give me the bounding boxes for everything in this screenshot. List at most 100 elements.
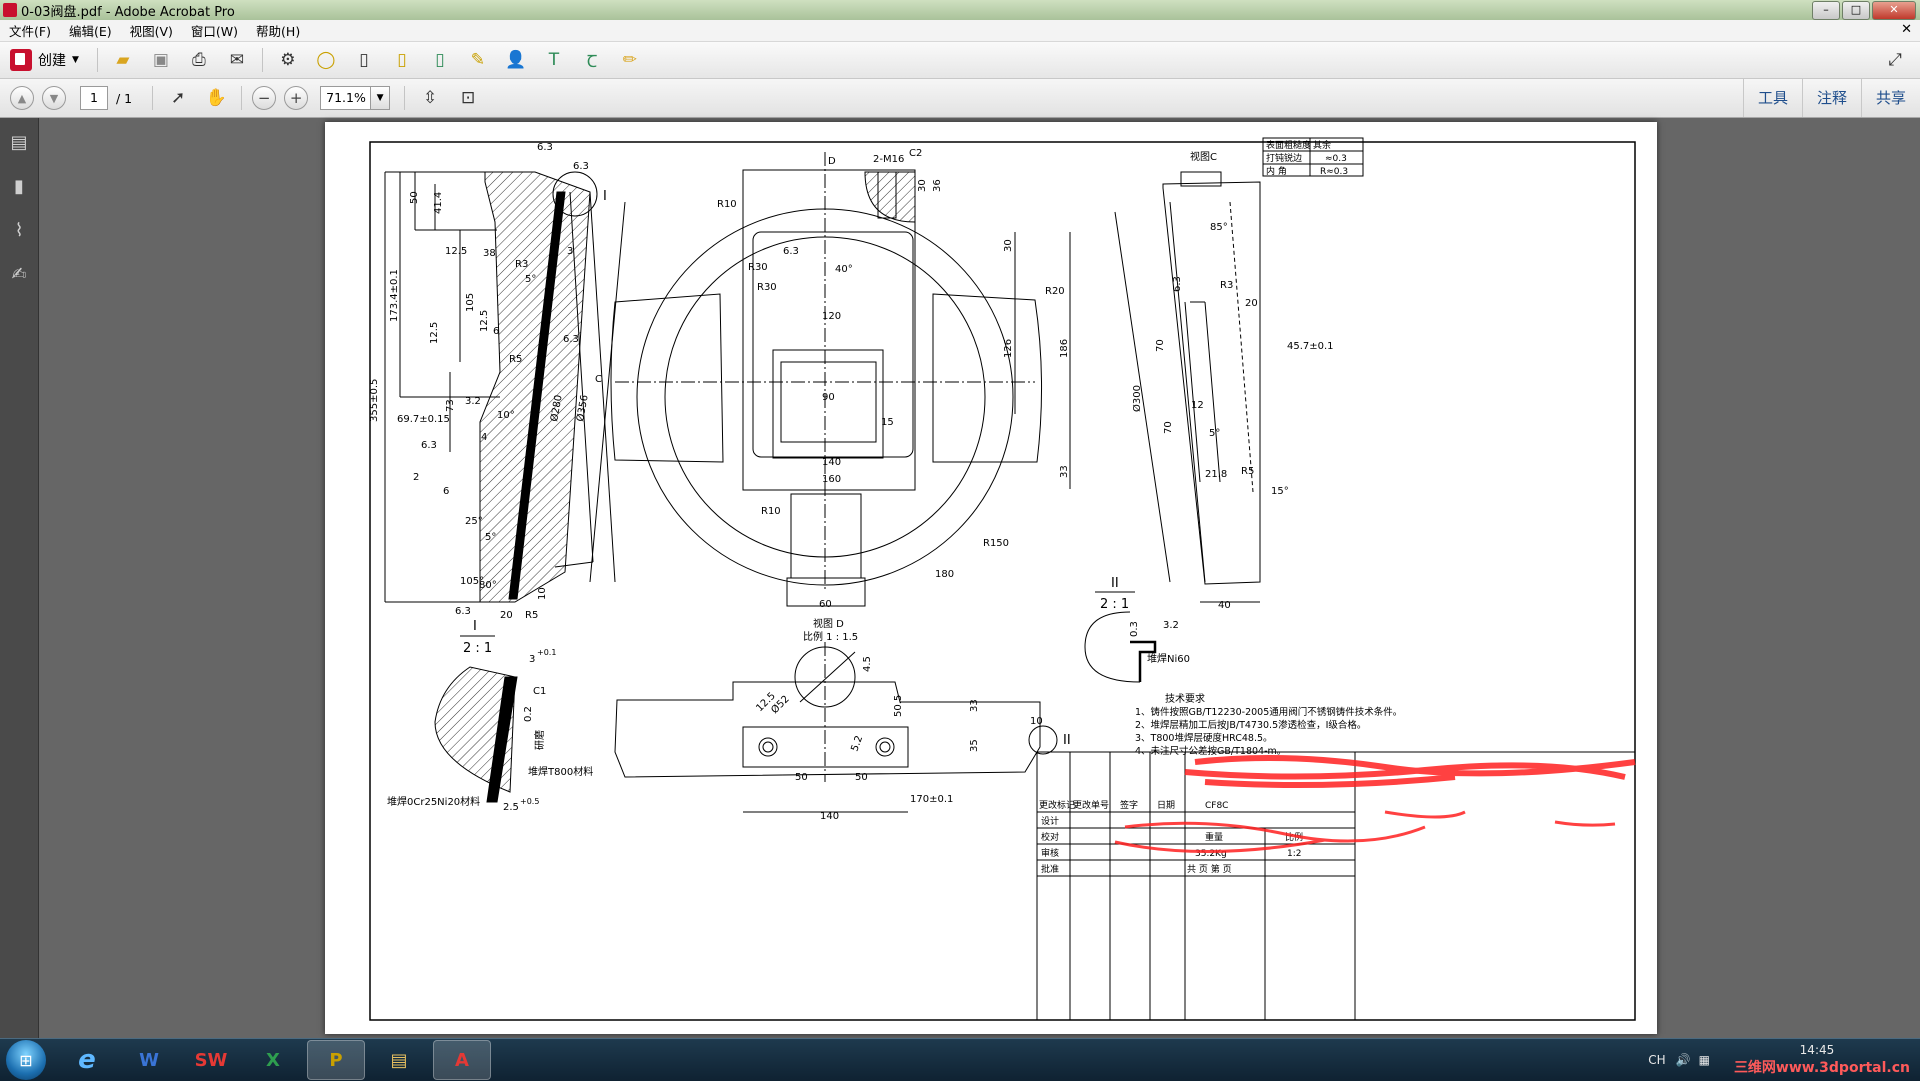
dim-label: 50: [855, 772, 868, 783]
dim-label: 38: [483, 248, 496, 259]
start-button[interactable]: ⊞: [6, 1040, 46, 1080]
document-area[interactable]: 6.3 6.3 I 50 41.4 173.4±0.1 12.5 38 3 10…: [39, 118, 1920, 1038]
technical-requirements: 技术要求 1、铸件按照GB/T12230-2005通用阀门不锈钢铸件技术条件。 …: [1135, 692, 1402, 757]
menu-edit[interactable]: 编辑(E): [60, 21, 121, 40]
dim-label: 50.5: [893, 695, 904, 717]
taskbar-excel-icon[interactable]: X: [245, 1041, 301, 1079]
taskbar-acrobat-icon[interactable]: A: [433, 1040, 491, 1080]
dim-label: 20: [500, 610, 513, 621]
table-cell: 打钝锐边: [1266, 152, 1302, 164]
select-arrow-icon[interactable]: ➚: [163, 84, 193, 112]
volume-icon[interactable]: 🔊: [1676, 1053, 1691, 1067]
dim-label: 2: [413, 472, 419, 483]
system-tray: CH 🔊 ▦ 14:45 三维网www.3dportal.cn: [1648, 1039, 1910, 1081]
toolbar-separator: [152, 86, 154, 110]
tab-comment[interactable]: 注释: [1801, 79, 1861, 117]
dim-label: C2: [909, 148, 922, 159]
document-icon[interactable]: ▯: [349, 46, 379, 74]
taskbar: ⊞ e W SW X P ▤ A CH 🔊 ▦ 14:45 三维网www.3dp…: [0, 1038, 1920, 1081]
comment-bubble-icon[interactable]: ◯: [311, 46, 341, 74]
front-view: D C 2-M16 C2 30 36 R10 6.3 R30 R30 40° 1…: [595, 148, 1071, 610]
open-folder-icon[interactable]: ▰: [108, 46, 138, 74]
network-icon[interactable]: ▦: [1699, 1053, 1710, 1067]
export-document-icon[interactable]: ▯: [387, 46, 417, 74]
zoom-out-icon[interactable]: −: [252, 86, 277, 110]
menu-window[interactable]: 窗口(W): [182, 21, 247, 40]
title-cell: 设计: [1041, 815, 1059, 827]
menu-view[interactable]: 视图(V): [121, 21, 182, 40]
taskbar-folder-icon[interactable]: ▤: [371, 1041, 427, 1079]
create-button[interactable]: 创建 ▼: [10, 49, 79, 71]
maximize-button[interactable]: □: [1842, 1, 1870, 20]
dim-label: 140: [822, 457, 841, 468]
zoom-dropdown-icon[interactable]: ▼: [371, 86, 391, 110]
email-icon[interactable]: ✉: [222, 46, 252, 74]
hand-tool-icon[interactable]: ✋: [201, 84, 231, 112]
dim-label: 70: [1155, 339, 1166, 352]
next-page-icon[interactable]: ▼: [42, 86, 66, 110]
language-indicator[interactable]: CH: [1648, 1053, 1665, 1067]
print-icon[interactable]: ⎙: [184, 46, 214, 74]
zoom-level-input[interactable]: 71.1%: [320, 86, 372, 110]
dim-label: 4: [481, 432, 487, 443]
pencil-icon[interactable]: ✏: [615, 46, 645, 74]
tab-share[interactable]: 共享: [1860, 79, 1920, 117]
clock[interactable]: 14:45 三维网www.3dportal.cn: [1724, 1043, 1910, 1077]
sheet-count: 共 页 第 页: [1187, 863, 1232, 875]
fit-width-icon[interactable]: ⇳: [415, 84, 445, 112]
page-number-input[interactable]: 1: [80, 86, 108, 110]
taskbar-solidworks-icon[interactable]: SW: [183, 1041, 239, 1079]
text-edit-icon[interactable]: T: [539, 46, 569, 74]
close-document-button[interactable]: ✕: [1901, 22, 1912, 37]
page-thumbnails-icon[interactable]: ▤: [0, 122, 38, 162]
taskbar-ie-icon[interactable]: e: [59, 1041, 115, 1079]
clock-time: 14:45: [1799, 1043, 1835, 1057]
combine-document-icon[interactable]: ▯: [425, 46, 455, 74]
dim-label: Ø300: [1131, 385, 1143, 412]
view-c-arrow-label: C: [595, 374, 602, 385]
dim-label: 6.3: [563, 334, 579, 345]
detail-i: I 2 : 1 3 +0.1 C1 0.2 研磨 堆焊T800材料 堆焊0Cr2…: [387, 619, 593, 813]
fit-page-icon[interactable]: ⊡: [453, 84, 483, 112]
create-pdf-icon: [10, 49, 32, 71]
view-c-title: 视图C: [1190, 150, 1217, 163]
signature-icon[interactable]: ✍: [0, 254, 38, 294]
close-window-button[interactable]: ✕: [1872, 1, 1916, 20]
dim-label: 12: [1191, 400, 1204, 411]
save-icon[interactable]: ▣: [146, 46, 176, 74]
menu-help[interactable]: 帮助(H): [247, 21, 309, 40]
bookmark-icon[interactable]: ▮: [0, 166, 38, 206]
dim-label: R3: [515, 259, 528, 270]
text-box-icon[interactable]: Ꞇ: [577, 46, 607, 74]
weld-ocr-label: 堆焊0Cr25Ni20材料: [387, 795, 480, 808]
title-cell: 校对: [1041, 831, 1059, 843]
dim-label: +0.5: [520, 797, 539, 806]
taskbar-pro-icon[interactable]: P: [307, 1040, 365, 1080]
zoom-in-icon[interactable]: +: [284, 86, 309, 110]
sign-document-icon[interactable]: ✎: [463, 46, 493, 74]
scale-value: 1:2: [1287, 849, 1301, 859]
table-cell: 表面粗糙度: [1266, 139, 1311, 151]
taskbar-word-icon[interactable]: W: [121, 1041, 177, 1079]
dim-label: R150: [983, 538, 1009, 549]
dim-label: 36: [932, 179, 943, 192]
table-cell: 内 角: [1266, 165, 1287, 177]
detail-i-title: I: [473, 619, 477, 634]
weld-t800-label: 堆焊T800材料: [528, 765, 593, 778]
settings-gear-icon[interactable]: ⚙: [273, 46, 303, 74]
dim-label: 140: [820, 811, 839, 822]
previous-page-icon[interactable]: ▲: [10, 86, 34, 110]
fullscreen-icon[interactable]: ⤢: [1880, 46, 1910, 74]
attachment-paperclip-icon[interactable]: ⌇: [0, 210, 38, 250]
pdf-page: 6.3 6.3 I 50 41.4 173.4±0.1 12.5 38 3 10…: [325, 122, 1657, 1034]
tech-item: 2、堆焊层精加工后按JB/T4730.5渗透检查，I级合格。: [1135, 719, 1366, 731]
tab-tools[interactable]: 工具: [1742, 79, 1802, 117]
dim-label: 6.3: [573, 161, 589, 172]
minimize-button[interactable]: –: [1812, 1, 1840, 20]
user-icon[interactable]: 👤: [501, 46, 531, 74]
dim-label: 3: [567, 246, 573, 257]
toolbar-separator: [241, 86, 243, 110]
menu-file[interactable]: 文件(F): [0, 21, 60, 40]
navigation-pane: ▤ ▮ ⌇ ✍: [0, 118, 39, 1038]
dim-label: 120: [822, 311, 841, 322]
